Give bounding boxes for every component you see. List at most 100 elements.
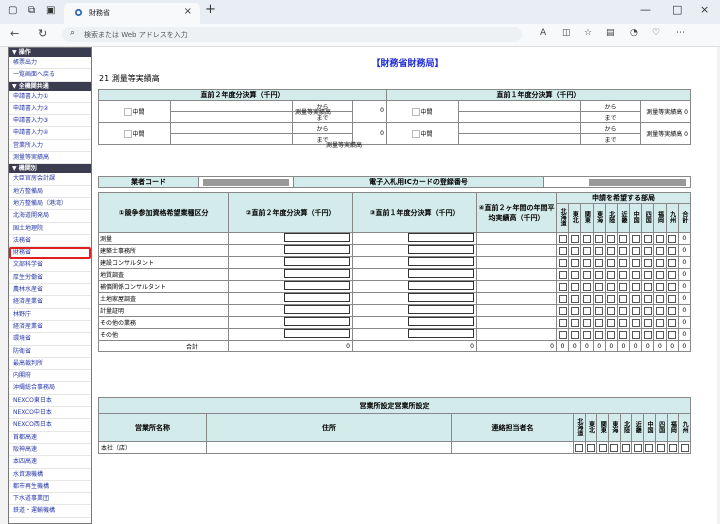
wallet-icon[interactable]: ◔ [630,28,638,38]
bureau-checkbox[interactable] [655,246,664,255]
bureau-checkbox[interactable] [668,294,677,303]
sidebar-item[interactable]: 北海道開発局 [9,210,91,223]
bureau-checkbox[interactable] [655,258,664,267]
profile-icon[interactable]: ▢ [8,5,17,16]
bureau-checkbox[interactable] [570,306,579,315]
bureau-checkbox[interactable] [595,234,604,243]
bureau-checkbox[interactable] [558,318,567,327]
bureau-checkbox[interactable] [558,330,567,339]
settlement-input[interactable] [284,245,350,254]
office-bureau-checkbox[interactable] [633,443,642,452]
bureau-checkbox[interactable] [570,258,579,267]
bureau-checkbox[interactable] [558,294,567,303]
bureau-checkbox[interactable] [631,330,640,339]
bureau-checkbox[interactable] [595,318,604,327]
bureau-checkbox[interactable] [595,246,604,255]
bureau-checkbox[interactable] [558,246,567,255]
settlement-input[interactable] [408,329,474,338]
settlement-input[interactable] [408,233,474,242]
bureau-checkbox[interactable] [668,282,677,291]
to-date-field[interactable] [170,111,293,123]
sidebar-item[interactable]: 地方整備局 [9,186,91,198]
office-bureau-checkbox[interactable] [668,443,677,452]
sidebar-item[interactable]: 林野庁 [9,309,91,321]
bureau-checkbox[interactable] [619,246,628,255]
settlement-input[interactable] [408,293,474,302]
bureau-checkbox[interactable] [607,294,616,303]
bureau-checkbox[interactable] [582,294,591,303]
bureau-checkbox[interactable] [570,246,579,255]
workspaces-icon[interactable]: ⧉ [28,5,35,16]
bureau-checkbox[interactable] [619,294,628,303]
bureau-checkbox[interactable] [570,234,579,243]
bureau-checkbox[interactable] [643,330,652,339]
settlement-input[interactable] [284,281,350,290]
bureau-checkbox[interactable] [582,258,591,267]
maximize-icon[interactable]: □ [672,3,682,16]
sidebar-item[interactable]: 阪神高速 [9,444,91,457]
bureau-checkbox[interactable] [607,270,616,279]
sidebar-item[interactable]: 農林水産省 [9,284,91,297]
sidebar-item[interactable]: 測量等実績高 [9,152,91,165]
settlement-input[interactable] [284,317,350,326]
settlement-input[interactable] [408,269,474,278]
bureau-checkbox[interactable] [643,318,652,327]
sidebar-item[interactable]: 申請書入力① [9,91,91,103]
bureau-checkbox[interactable] [631,246,640,255]
settlement-input[interactable] [408,281,474,290]
bureau-checkbox[interactable] [607,318,616,327]
sidebar-item[interactable]: 申請書入力④ [9,127,91,140]
bureau-checkbox[interactable] [619,282,628,291]
bureau-checkbox[interactable] [607,258,616,267]
bureau-checkbox[interactable] [631,270,640,279]
minimize-icon[interactable]: — [640,3,651,16]
sidebar-item[interactable]: 帳票出力 [9,57,91,70]
tab-active[interactable]: 財務省 × [64,3,200,24]
office-bureau-checkbox[interactable] [622,443,631,452]
office-bureau-checkbox[interactable] [610,443,619,452]
from-date-field[interactable] [170,100,293,112]
to-date-field[interactable] [170,133,293,145]
settlement-input[interactable] [284,233,350,242]
from-date-field[interactable] [458,100,581,112]
sidebar-item[interactable]: 鉄道・運輸機構 [9,505,91,518]
browser-essentials-icon[interactable]: ♡ [652,28,660,38]
bureau-checkbox[interactable] [570,330,579,339]
bureau-checkbox[interactable] [631,258,640,267]
from-date-field[interactable] [170,122,293,134]
tab-actions-icon[interactable]: ▣ [46,5,55,16]
sidebar-item[interactable]: 最高裁判所 [9,358,91,371]
bureau-checkbox[interactable] [655,234,664,243]
bureau-checkbox[interactable] [668,318,677,327]
bureau-checkbox[interactable] [643,258,652,267]
sidebar-item[interactable]: 文部科学省 [9,259,91,272]
sidebar-item[interactable]: 首都高速 [9,432,91,444]
sidebar-item[interactable]: 一覧画面へ戻る [9,69,91,82]
bureau-checkbox[interactable] [643,282,652,291]
bureau-checkbox[interactable] [582,330,591,339]
bureau-checkbox[interactable] [643,306,652,315]
sidebar-item[interactable]: 下水道事業団 [9,493,91,506]
sidebar-item[interactable]: 水資源機構 [9,469,91,481]
bureau-checkbox[interactable] [619,318,628,327]
bureau-checkbox[interactable] [582,246,591,255]
bureau-checkbox[interactable] [570,270,579,279]
bureau-checkbox[interactable] [655,282,664,291]
split-screen-icon[interactable]: ◫ [562,28,571,38]
bureau-checkbox[interactable] [607,246,616,255]
settlement-input[interactable] [408,305,474,314]
bureau-checkbox[interactable] [643,294,652,303]
sidebar-item[interactable]: 厚生労働省 [9,272,91,285]
close-tab-icon[interactable]: × [184,6,192,17]
bureau-checkbox[interactable] [607,282,616,291]
bureau-checkbox[interactable] [570,294,579,303]
bureau-checkbox[interactable] [668,270,677,279]
sidebar-item[interactable]: 地方整備局（港湾） [9,198,91,211]
settlement-input[interactable] [408,317,474,326]
bureau-checkbox[interactable] [607,306,616,315]
bureau-checkbox[interactable] [668,234,677,243]
bureau-checkbox[interactable] [582,282,591,291]
bureau-checkbox[interactable] [655,330,664,339]
sidebar-item[interactable]: 国土地理院 [9,223,91,235]
bureau-checkbox[interactable] [668,246,677,255]
